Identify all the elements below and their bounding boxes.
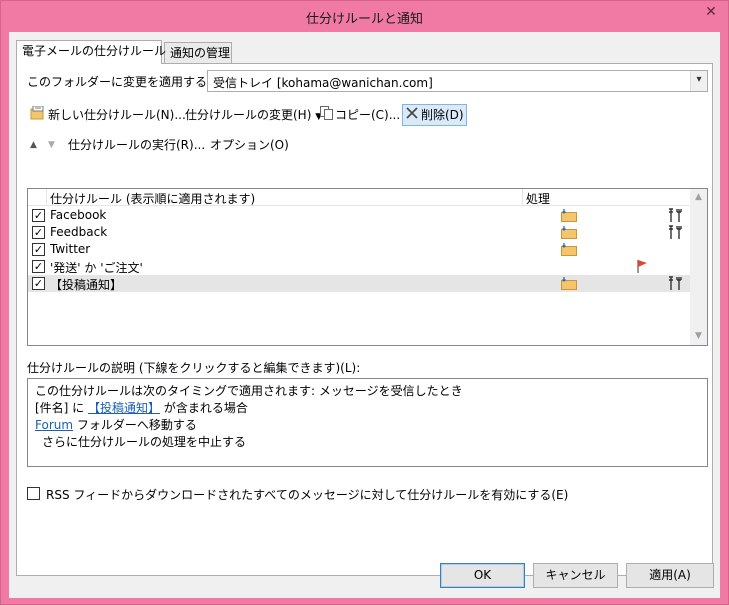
column-divider xyxy=(46,189,47,206)
description-trigger: この仕分けルールは次のタイミングで適用されます: メッセージを受信したとき xyxy=(35,384,463,398)
dialog-client: 電子メールの仕分けルール 通知の管理 このフォルダーに変更を適用する(F): 受… xyxy=(9,32,720,598)
change-rule-button[interactable]: 仕分けルールの変更(H) ▼ xyxy=(182,104,325,126)
rss-rules-checkbox[interactable] xyxy=(27,487,40,500)
cancel-button[interactable]: キャンセル xyxy=(533,563,618,588)
scroll-down-icon[interactable]: ▼ xyxy=(690,328,707,345)
rule-row[interactable]: ✓ Twitter xyxy=(28,241,690,258)
target-folder-link[interactable]: Forum xyxy=(35,418,73,432)
subject-keyword-link[interactable]: 【投稿通知】 xyxy=(88,401,160,415)
column-divider xyxy=(522,189,523,206)
rule-description-label: 仕分けルールの説明 (下線をクリックすると編集できます)(L): xyxy=(27,361,361,375)
move-up-button[interactable]: ▲ xyxy=(27,134,40,156)
new-rule-button[interactable]: 新しい仕分けルール(N)... xyxy=(27,104,189,126)
move-down-button[interactable]: ▼ xyxy=(45,134,58,156)
copy-button[interactable]: コピー(C)... xyxy=(317,104,403,126)
rule-name: '発送' か 'ご注文' xyxy=(50,261,143,275)
custom-action-tools-icon xyxy=(668,276,684,291)
options-button[interactable]: オプション(O) xyxy=(207,134,292,156)
rule-enabled-checkbox[interactable]: ✓ xyxy=(32,209,45,222)
email-rules-panel: このフォルダーに変更を適用する(F): 受信トレイ [kohama@wanich… xyxy=(16,63,713,576)
copy-icon xyxy=(320,105,333,126)
rule-row[interactable]: ✓ '発送' か 'ご注文' xyxy=(28,258,690,275)
description-condition: [件名] に 【投稿通知】 が含まれる場合 xyxy=(35,399,248,416)
new-rule-label: 新しい仕分けルール(N)... xyxy=(48,108,186,122)
rule-name: 【投稿通知】 xyxy=(50,278,123,292)
rules-and-alerts-window: 仕分けルールと通知 ✕ 電子メールの仕分けルール 通知の管理 このフォルダーに変… xyxy=(0,0,729,605)
rule-enabled-checkbox[interactable]: ✓ xyxy=(32,226,45,239)
rule-name: Feedback xyxy=(50,225,108,239)
column-action-header[interactable]: 処理 xyxy=(526,190,550,207)
rules-list[interactable]: 仕分けルール (表示順に適用されます) 処理 ✓ Facebook ✓ Feedbac… xyxy=(27,188,708,346)
tab-manage-alerts[interactable]: 通知の管理 xyxy=(164,42,232,64)
rule-name: Facebook xyxy=(50,208,107,222)
rule-enabled-checkbox[interactable]: ✓ xyxy=(32,260,45,273)
rule-description-box: この仕分けルールは次のタイミングで適用されます: メッセージを受信したとき [件… xyxy=(27,378,708,467)
list-header: 仕分けルール (表示順に適用されます) 処理 xyxy=(28,189,690,206)
rule-enabled-checkbox[interactable]: ✓ xyxy=(32,243,45,256)
folder-select-value: 受信トレイ [kohama@wanichan.com] xyxy=(213,76,433,90)
move-to-folder-icon xyxy=(561,243,577,256)
vertical-scrollbar[interactable]: ▲ ▼ xyxy=(690,189,707,345)
delete-label: 削除(D) xyxy=(421,108,464,122)
chevron-down-icon[interactable]: ▾ xyxy=(690,71,707,91)
description-stop: さらに仕分けルールの処理を中止する xyxy=(42,435,247,449)
ok-button[interactable]: OK xyxy=(440,563,525,588)
condition-prefix: [件名] に xyxy=(35,401,88,415)
scroll-up-icon[interactable]: ▲ xyxy=(690,189,707,206)
close-button[interactable]: ✕ xyxy=(694,1,728,23)
change-rule-label: 仕分けルールの変更(H) xyxy=(185,108,312,122)
rss-rules-label[interactable]: RSS フィードからダウンロードされたすべてのメッセージに対して仕分けルールを有… xyxy=(46,486,568,503)
move-to-folder-icon xyxy=(561,226,577,239)
window-title: 仕分けルールと通知 xyxy=(305,12,423,27)
condition-suffix: が含まれる場合 xyxy=(160,401,248,415)
description-action: Forum フォルダーへ移動する xyxy=(35,416,197,433)
custom-action-tools-icon xyxy=(668,225,684,240)
delete-x-icon xyxy=(405,106,419,126)
delete-button[interactable]: 削除(D) xyxy=(402,104,467,126)
custom-action-tools-icon xyxy=(668,208,684,223)
flag-icon xyxy=(636,259,650,273)
move-to-folder-icon xyxy=(561,209,577,222)
run-rules-button[interactable]: 仕分けルールの実行(R)... xyxy=(65,134,208,156)
rule-row[interactable]: ✓ 【投稿通知】 xyxy=(28,275,690,292)
rule-row[interactable]: ✓ Facebook xyxy=(28,207,690,224)
folder-select[interactable]: 受信トレイ [kohama@wanichan.com] ▾ xyxy=(207,70,708,92)
action-suffix: フォルダーへ移動する xyxy=(73,418,197,432)
title-bar: 仕分けルールと通知 ✕ xyxy=(1,1,728,31)
rule-row[interactable]: ✓ Feedback xyxy=(28,224,690,241)
copy-label: コピー(C)... xyxy=(335,108,401,122)
apply-button[interactable]: 適用(A) xyxy=(626,563,714,588)
rule-name: Twitter xyxy=(50,242,91,256)
move-to-folder-icon xyxy=(561,277,577,290)
rule-enabled-checkbox[interactable]: ✓ xyxy=(32,277,45,290)
new-rule-icon xyxy=(30,105,46,126)
tab-email-rules[interactable]: 電子メールの仕分けルール xyxy=(16,40,166,64)
folder-apply-label: このフォルダーに変更を適用する(F): xyxy=(27,75,228,89)
column-rule-header[interactable]: 仕分けルール (表示順に適用されます) xyxy=(50,190,255,207)
